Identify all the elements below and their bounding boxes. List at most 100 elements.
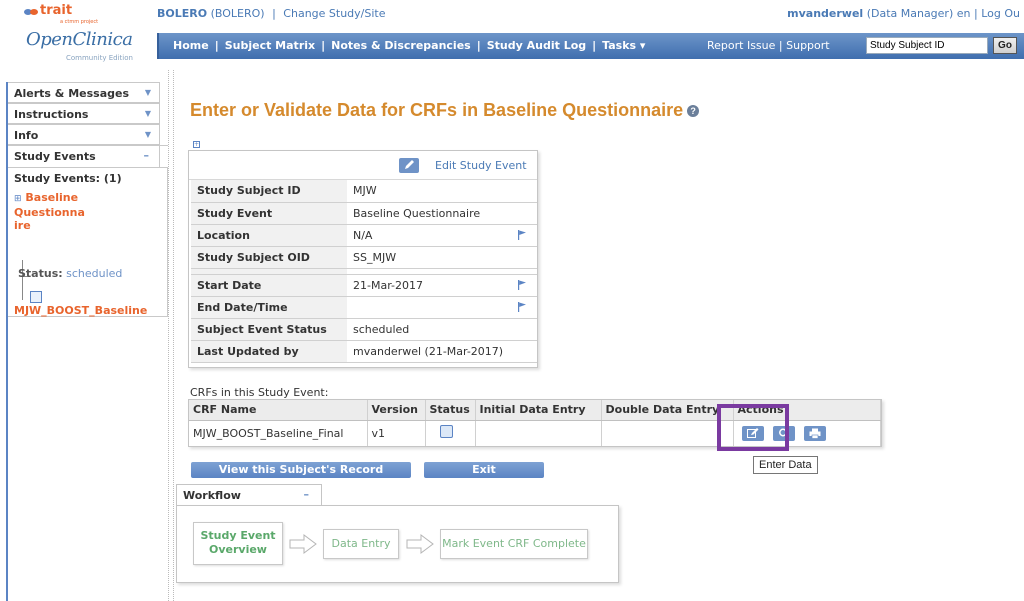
user-info: mvanderwel (Data Manager) en | Log Ou	[787, 7, 1020, 20]
workflow-step-overview[interactable]: Study Event Overview	[193, 522, 283, 565]
workflow-step-mark-complete[interactable]: Mark Event CRF Complete	[440, 529, 588, 559]
table-row: Last Updated by mvanderwel (21-Mar-2017)	[191, 340, 537, 363]
logo[interactable]: trait a ctmm project OpenClinica Communi…	[8, 3, 153, 63]
nav-separator: |	[321, 39, 326, 52]
expand-plus-icon[interactable]: ⊞	[14, 194, 22, 204]
table-row: Start Date 21-Mar-2017	[191, 274, 537, 297]
event-status-value: scheduled	[66, 267, 123, 280]
triangle-down-icon: ▼	[144, 88, 151, 97]
nav-tasks-menu[interactable]: Tasks ▾	[602, 39, 645, 52]
table-row: Study Event Baseline Questionnaire	[191, 202, 537, 225]
sidebar: Alerts & Messages ▼ Instructions ▼ Info …	[6, 82, 168, 601]
sidebar-tab-study-events[interactable]: Study Events –	[8, 146, 160, 167]
sidebar-crf-link[interactable]: MJW_BOOST_Baseline	[14, 304, 147, 317]
view-subject-record-button[interactable]: View this Subject's Record	[191, 462, 411, 478]
print-icon[interactable]	[803, 425, 826, 441]
support-link[interactable]: Support	[786, 39, 829, 52]
actions-highlight-annotation	[717, 404, 789, 451]
workflow-title: Workflow	[183, 489, 241, 502]
table-row: Subject Event Status scheduled	[191, 318, 537, 341]
language-link[interactable]: en	[957, 7, 971, 20]
crfs-section-label: CRFs in this Study Event:	[190, 386, 329, 399]
user-role: (Data Manager)	[866, 7, 954, 20]
not-started-status-icon	[439, 425, 453, 439]
info-value: mvanderwel (21-Mar-2017)	[347, 340, 537, 363]
collapse-icon[interactable]: –	[304, 488, 310, 501]
nav-home[interactable]: Home	[173, 39, 209, 52]
nav-subject-matrix[interactable]: Subject Matrix	[225, 39, 315, 52]
sidebar-event-name: Baseline Questionna ire	[14, 191, 85, 232]
sidebar-study-events: Study Events – Study Events: (1) ⊞ Basel…	[8, 145, 168, 317]
crf-name-cell: MJW_BOOST_Baseline_Final	[189, 420, 368, 446]
arrow-right-icon	[289, 534, 317, 554]
table-row: Location N/A	[191, 224, 537, 247]
info-key: Start Date	[191, 274, 347, 297]
tree-line	[22, 260, 23, 300]
main-navbar: Home | Subject Matrix | Notes & Discrepancie…	[157, 33, 1024, 59]
collapse-icon[interactable]: –	[144, 149, 150, 162]
sidebar-tab-label: Alerts & Messages	[14, 87, 130, 100]
nav-study-audit-log[interactable]: Study Audit Log	[487, 39, 586, 52]
info-key: Location	[191, 224, 347, 247]
logo-openclinica-text: OpenClinica	[26, 29, 133, 50]
user-name: mvanderwel	[787, 7, 864, 20]
info-value: scheduled	[347, 318, 537, 341]
nav-separator: |	[476, 39, 481, 52]
info-key: Study Event	[191, 202, 347, 225]
column-header: CRF Name	[189, 400, 368, 421]
crf-version-cell: v1	[367, 420, 426, 446]
sidebar-tab-label: Info	[14, 129, 39, 142]
info-key: Study Subject ID	[191, 180, 347, 203]
change-study-link[interactable]: Change Study/Site	[283, 7, 385, 20]
sidebar-tab-alerts[interactable]: Alerts & Messages ▼	[8, 82, 160, 103]
trait-logo-icon	[24, 9, 38, 15]
initial-data-entry-cell	[475, 420, 602, 446]
logo-trait-text: trait	[40, 3, 73, 18]
user-separator: |	[974, 7, 978, 20]
table-row: Study Subject ID MJW	[191, 180, 537, 203]
report-issue-link[interactable]: Report Issue	[707, 39, 775, 52]
event-info-table: Study Subject ID MJW Study Event Baselin…	[191, 180, 537, 363]
nav-separator: |	[592, 39, 597, 52]
sidebar-event-link[interactable]: ⊞ Baseline Questionna ire	[14, 191, 85, 232]
edit-study-event-link[interactable]: Edit Study Event	[435, 159, 527, 172]
info-value: Baseline Questionnaire	[347, 202, 537, 225]
event-status-label: Status:	[18, 267, 63, 280]
flag-icon[interactable]	[517, 279, 527, 290]
expand-plus-icon[interactable]: +	[193, 141, 200, 148]
workflow-tab[interactable]: Workflow –	[176, 484, 322, 506]
flag-icon[interactable]	[517, 229, 527, 240]
header: trait a ctmm project OpenClinica Communi…	[0, 0, 1024, 70]
nav-separator: |	[778, 39, 783, 52]
page-title: Enter or Validate Data for CRFs in Basel…	[190, 100, 700, 121]
logout-link[interactable]: Log Ou	[981, 7, 1020, 20]
sidebar-tab-instructions[interactable]: Instructions ▼	[8, 103, 160, 124]
nav-separator: |	[214, 39, 219, 52]
crf-document-icon	[30, 291, 42, 303]
info-key: Subject Event Status	[191, 318, 347, 341]
flag-icon[interactable]	[517, 301, 527, 312]
go-button[interactable]: Go	[993, 37, 1017, 54]
study-events-panel: Study Events: (1) ⊞ Baseline Questionna …	[8, 167, 168, 317]
study-info: BOLERO (BOLERO) | Change Study/Site	[157, 7, 386, 20]
arrow-right-icon	[406, 534, 434, 554]
sidebar-tab-info[interactable]: Info ▼	[8, 124, 160, 145]
study-id: (BOLERO)	[210, 7, 265, 20]
exit-button[interactable]: Exit	[424, 462, 544, 478]
help-icon[interactable]: ?	[687, 105, 700, 118]
edit-study-event-row: Edit Study Event	[189, 151, 537, 180]
triangle-down-icon: ▼	[144, 130, 151, 139]
study-events-count: Study Events: (1)	[14, 172, 122, 185]
enter-data-tooltip: Enter Data	[753, 456, 818, 474]
edit-pencil-icon[interactable]	[399, 158, 419, 173]
layout-divider	[168, 70, 174, 601]
event-status: Status: scheduled	[18, 267, 122, 280]
page-title-text: Enter or Validate Data for CRFs in Basel…	[190, 100, 684, 120]
nav-notes-discrepancies[interactable]: Notes & Discrepancies	[331, 39, 471, 52]
workflow-step-data-entry[interactable]: Data Entry	[323, 529, 399, 559]
sidebar-tab-label: Study Events	[14, 150, 96, 163]
info-value: MJW	[347, 180, 537, 203]
sidebar-tab-label: Instructions	[14, 108, 89, 121]
table-row: End Date/Time	[191, 296, 537, 319]
subject-search-input[interactable]	[866, 37, 988, 54]
